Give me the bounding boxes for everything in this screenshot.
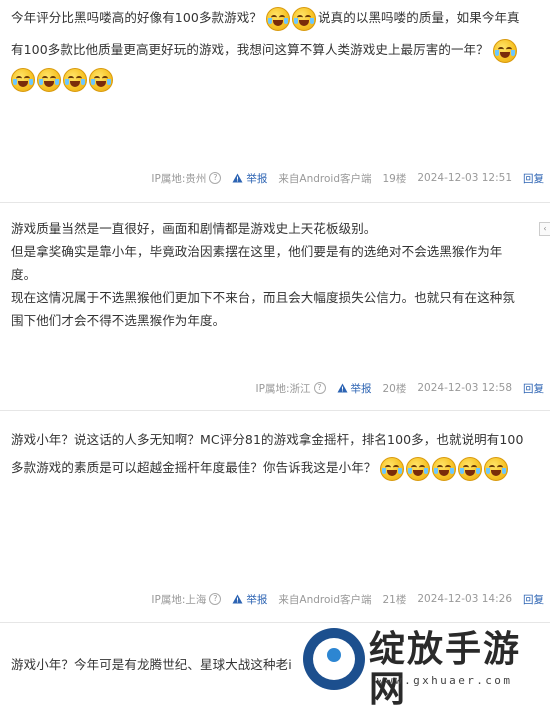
watermark-url: www.gxhuaer.com bbox=[377, 674, 513, 687]
watermark-title: 绽放手游网 bbox=[369, 629, 522, 710]
post-text-line: 今年评分比黑吗喽高的好像有100多款游戏？ bbox=[11, 10, 262, 25]
help-icon[interactable]: ? bbox=[313, 382, 326, 394]
post-text-line: 但是拿奖确实是靠小年，毕竟政治因素摆在这里，他们要是有的选绝对不会选黑猴作为年 bbox=[11, 244, 503, 259]
laughing-tears-emoji-icon bbox=[11, 67, 35, 92]
report-button[interactable]: 举报 bbox=[232, 171, 267, 186]
site-watermark: 绽放手游网 www.gxhuaer.com bbox=[303, 628, 548, 710]
help-icon[interactable]: ? bbox=[209, 593, 222, 605]
ip-location: IP属地:贵州 bbox=[151, 172, 207, 185]
post-meta: IP属地:浙江 ? 举报 20楼 2024-12-03 12:58 回复 bbox=[256, 380, 544, 396]
post-text-line: 现在这情况属于不选黑猴他们更加下不来台，而且会大幅度损失公信力。也就只有在这种氛 bbox=[11, 290, 516, 305]
laughing-tears-emoji-icon bbox=[406, 456, 431, 481]
laughing-tears-emoji-icon bbox=[492, 38, 517, 63]
help-icon[interactable]: ? bbox=[209, 172, 222, 184]
laughing-tears-emoji-icon bbox=[458, 456, 483, 481]
laughing-tears-emoji-icon bbox=[484, 456, 509, 481]
post-meta: IP属地:贵州 ? 举报 来自Android客户端 19楼 2024-12-03… bbox=[151, 170, 544, 186]
report-button[interactable]: 举报 bbox=[337, 381, 372, 396]
reply-button[interactable]: 回复 bbox=[523, 171, 544, 186]
post-text-line: 多款游戏的素质是可以超越金摇杆年度最佳？你告诉我这是小年？ bbox=[11, 460, 377, 475]
post-meta: IP属地:上海 ? 举报 来自Android客户端 21楼 2024-12-03… bbox=[151, 591, 544, 607]
post-text-line: 游戏小年？说这话的人多无知啊？MC评分81的游戏拿金摇杆，排名100多，也就说明… bbox=[11, 432, 524, 447]
ip-location: IP属地:浙江 bbox=[255, 382, 311, 395]
laughing-tears-emoji-icon bbox=[380, 456, 405, 481]
divider bbox=[0, 202, 550, 203]
laughing-tears-emoji-icon bbox=[432, 456, 457, 481]
floor-number: 21楼 bbox=[382, 593, 407, 606]
side-expand-handle[interactable]: ‹ bbox=[539, 222, 550, 236]
warning-triangle-icon bbox=[232, 173, 243, 183]
floor-number: 19楼 bbox=[382, 172, 407, 185]
report-button[interactable]: 举报 bbox=[232, 592, 267, 607]
post-text-line: 度。 bbox=[11, 267, 37, 282]
laughing-tears-emoji-icon bbox=[89, 67, 113, 92]
floor-number: 20楼 bbox=[382, 382, 407, 395]
post-content: 今年评分比黑吗喽高的好像有100多款游戏？ 说真的以黑吗喽的质量，如果今年真 有… bbox=[11, 6, 536, 96]
post-time: 2024-12-03 14:26 bbox=[417, 593, 512, 605]
divider bbox=[0, 622, 550, 623]
divider bbox=[0, 410, 550, 411]
post-text-line: 围下他们才会不得不选黑猴作为年度。 bbox=[11, 313, 226, 328]
laughing-tears-emoji-icon bbox=[292, 6, 317, 31]
warning-triangle-icon bbox=[337, 383, 347, 393]
post-time: 2024-12-03 12:51 bbox=[417, 172, 512, 184]
post-content: 游戏质量当然是一直很好，画面和剧情都是游戏史上天花板级别。 但是拿奖确实是靠小年… bbox=[11, 217, 536, 332]
reply-button[interactable]: 回复 bbox=[523, 592, 544, 607]
post-text-line: 说真的以黑吗喽的质量，如果今年真 bbox=[318, 10, 520, 25]
post-text-line: 有100多款比他质量更高更好玩的游戏，我想问这算不算人类游戏史上最厉害的一年？ bbox=[11, 42, 489, 57]
warning-triangle-icon bbox=[232, 594, 243, 604]
laughing-tears-emoji-icon bbox=[63, 67, 87, 92]
client-source[interactable]: 来自Android客户端 bbox=[278, 592, 371, 607]
post-time: 2024-12-03 12:58 bbox=[417, 382, 512, 394]
reply-button[interactable]: 回复 bbox=[523, 381, 544, 396]
octopus-logo-icon bbox=[303, 628, 365, 690]
post-text-line: 游戏质量当然是一直很好，画面和剧情都是游戏史上天花板级别。 bbox=[11, 221, 377, 236]
laughing-tears-emoji-icon bbox=[37, 67, 61, 92]
ip-location: IP属地:上海 bbox=[151, 593, 207, 606]
client-source[interactable]: 来自Android客户端 bbox=[278, 171, 371, 186]
laughing-tears-emoji-icon bbox=[266, 6, 291, 31]
post-content: 游戏小年？说这话的人多无知啊？MC评分81的游戏拿金摇杆，排名100多，也就说明… bbox=[11, 428, 536, 484]
